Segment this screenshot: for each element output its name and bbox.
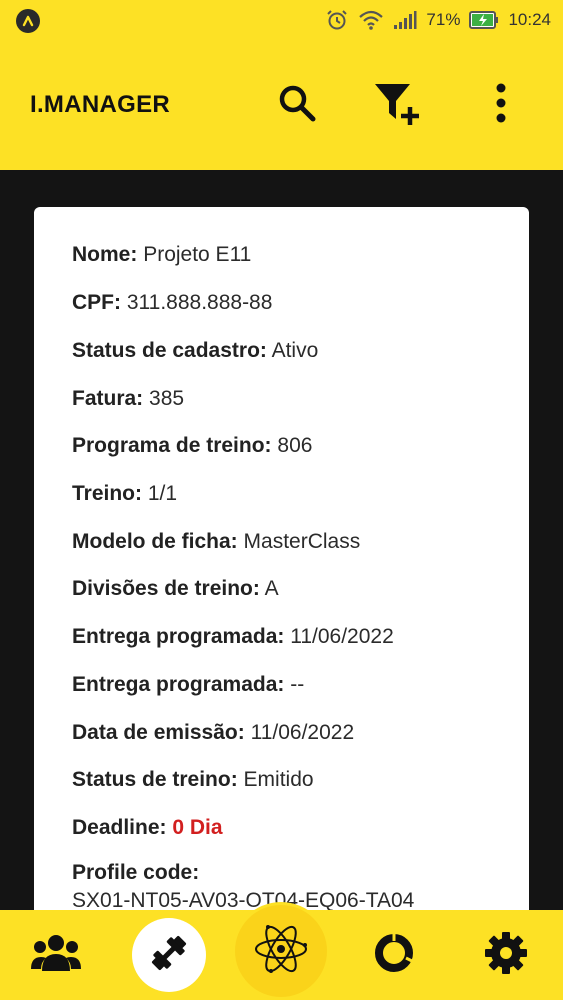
field-value: 385	[149, 387, 185, 410]
field-label: Entrega programada:	[72, 625, 285, 648]
field-status-treino: Status de treino: Emitido	[72, 768, 509, 792]
field-status-cadastro: Status de cadastro: Ativo	[72, 339, 509, 363]
settings-icon	[483, 930, 529, 981]
field-fatura: Fatura: 385	[72, 387, 509, 411]
field-label: Modelo de ficha:	[72, 530, 238, 553]
nav-fitness[interactable]	[129, 910, 209, 1000]
field-programa-treino: Programa de treino: 806	[72, 434, 509, 458]
project-detail-card: Nome: Projeto E11 CPF: 311.888.888-88 St…	[34, 207, 529, 967]
field-value: Projeto E11	[143, 243, 252, 266]
filter-add-icon	[372, 79, 426, 132]
field-value: 806	[277, 434, 313, 457]
field-value: A	[264, 577, 279, 600]
field-entrega-programada: Entrega programada: 11/06/2022	[72, 625, 509, 649]
field-value: --	[290, 673, 305, 696]
field-label: Status de treino:	[72, 768, 238, 791]
field-treino: Treino: 1/1	[72, 482, 509, 506]
battery-percent: 71%	[426, 10, 461, 29]
nav-fitness-active-indicator	[132, 918, 206, 992]
field-label: CPF:	[72, 291, 121, 314]
clock-time: 10:24	[508, 10, 551, 29]
field-label: Entrega programada:	[72, 673, 285, 696]
field-label: Profile code:	[72, 861, 200, 884]
more-options-button[interactable]	[476, 80, 526, 130]
more-vert-icon	[495, 82, 507, 129]
field-label: Fatura:	[72, 387, 144, 410]
field-modelo-ficha: Modelo de ficha: MasterClass	[72, 530, 509, 554]
atom-icon	[251, 919, 311, 984]
alarm-icon	[325, 8, 349, 32]
field-nome: Nome: Projeto E11	[72, 243, 509, 267]
field-deadline: Deadline: 0 Dia	[72, 816, 509, 840]
wifi-icon	[358, 9, 384, 31]
field-divisoes-treino: Divisões de treino: A	[72, 577, 509, 601]
field-cpf: CPF: 311.888.888-88	[72, 291, 509, 315]
field-value: 11/06/2022	[290, 625, 394, 648]
field-value: Ativo	[271, 339, 319, 362]
battery-charging-icon	[469, 10, 499, 30]
field-label: Divisões de treino:	[72, 577, 260, 600]
app-title: I.MANAGER	[30, 91, 171, 118]
search-icon	[275, 81, 319, 130]
field-value: 1/1	[147, 482, 178, 505]
nav-center-bump	[235, 905, 327, 997]
field-value: 311.888.888-88	[126, 291, 273, 314]
deadline-value: 0 Dia	[172, 816, 223, 839]
field-label: Nome:	[72, 243, 138, 266]
field-label: Deadline:	[72, 816, 167, 839]
field-entrega-programada-2: Entrega programada: --	[72, 673, 509, 697]
search-button[interactable]	[272, 80, 322, 130]
donut-chart-icon	[372, 931, 416, 980]
nav-groups[interactable]	[16, 910, 96, 1000]
app-logo-icon	[16, 9, 40, 33]
field-label: Status de cadastro:	[72, 339, 267, 362]
field-label: Programa de treino:	[72, 434, 272, 457]
fitness-icon	[147, 931, 191, 980]
bottom-navigation	[0, 905, 563, 1000]
signal-icon	[393, 10, 417, 30]
groups-icon	[31, 933, 81, 978]
filter-add-button[interactable]	[374, 80, 424, 130]
field-profile-code: Profile code:	[72, 861, 509, 885]
field-value: 11/06/2022	[250, 721, 355, 744]
field-value: MasterClass	[243, 530, 361, 553]
field-label: Treino:	[72, 482, 143, 505]
field-label: Data de emissão:	[72, 721, 245, 744]
field-data-emissao: Data de emissão: 11/06/2022	[72, 721, 509, 745]
nav-settings[interactable]	[466, 910, 546, 1000]
nav-atom[interactable]	[226, 902, 336, 1000]
nav-chart[interactable]	[354, 910, 434, 1000]
app-bar: I.MANAGER	[0, 40, 563, 170]
field-value: Emitido	[243, 768, 314, 791]
status-bar: 71% 10:24	[0, 0, 563, 40]
